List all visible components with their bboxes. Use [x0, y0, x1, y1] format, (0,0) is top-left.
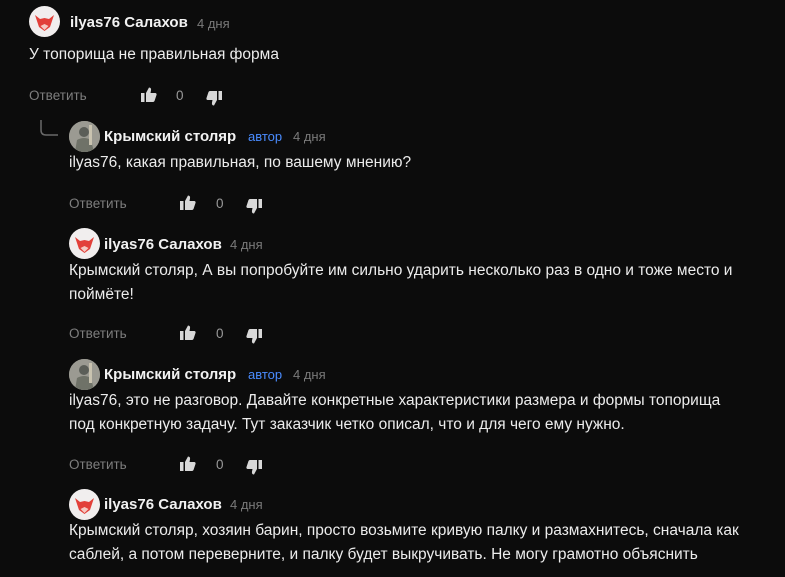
comment-time: 4 дня: [293, 129, 326, 144]
comment-author[interactable]: Крымский столяр: [104, 128, 236, 145]
thumbs-down-icon[interactable]: [204, 88, 224, 108]
comment-time: 4 дня: [197, 16, 230, 31]
carpenter-avatar[interactable]: [69, 359, 100, 390]
thread-connector: [40, 120, 58, 136]
fox-avatar[interactable]: [29, 6, 60, 37]
comment-author[interactable]: ilyas76 Салахов: [104, 496, 222, 513]
comment-author[interactable]: Крымский столяр: [104, 366, 236, 383]
comment-text: Крымский столяр, А вы попробуйте им силь…: [69, 262, 733, 303]
reply-button[interactable]: Ответить: [29, 88, 87, 103]
like-count: 0: [176, 88, 184, 103]
comment-time: 4 дня: [230, 497, 263, 512]
comment-author[interactable]: ilyas76 Салахов: [104, 236, 222, 253]
thumbs-down-icon[interactable]: [244, 457, 264, 477]
fox-avatar[interactable]: [69, 228, 100, 259]
fox-avatar[interactable]: [69, 489, 100, 520]
comment-time: 4 дня: [230, 237, 263, 252]
thumbs-down-icon[interactable]: [244, 326, 264, 346]
comment-author[interactable]: ilyas76 Салахов: [70, 14, 188, 31]
author-badge: автор: [248, 367, 283, 382]
thumbs-up-icon[interactable]: [139, 85, 159, 105]
reply-button[interactable]: Ответить: [69, 457, 127, 472]
thumbs-up-icon[interactable]: [178, 193, 198, 213]
comment-text: У топорища не правильная форма: [29, 46, 279, 63]
comment-text: ilyas76, это не разговор. Давайте конкре…: [69, 392, 721, 433]
comment-time: 4 дня: [293, 367, 326, 382]
thumbs-down-icon[interactable]: [244, 196, 264, 216]
like-count: 0: [216, 326, 224, 341]
comment-text: ilyas76, какая правильная, по вашему мне…: [69, 154, 412, 171]
thumbs-up-icon[interactable]: [178, 323, 198, 343]
carpenter-avatar[interactable]: [69, 121, 100, 152]
like-count: 0: [216, 196, 224, 211]
like-count: 0: [216, 457, 224, 472]
comment-text: Крымский столяр, хозяин барин, просто во…: [69, 522, 739, 563]
reply-button[interactable]: Ответить: [69, 196, 127, 211]
thumbs-up-icon[interactable]: [178, 454, 198, 474]
reply-button[interactable]: Ответить: [69, 326, 127, 341]
author-badge: автор: [248, 129, 283, 144]
